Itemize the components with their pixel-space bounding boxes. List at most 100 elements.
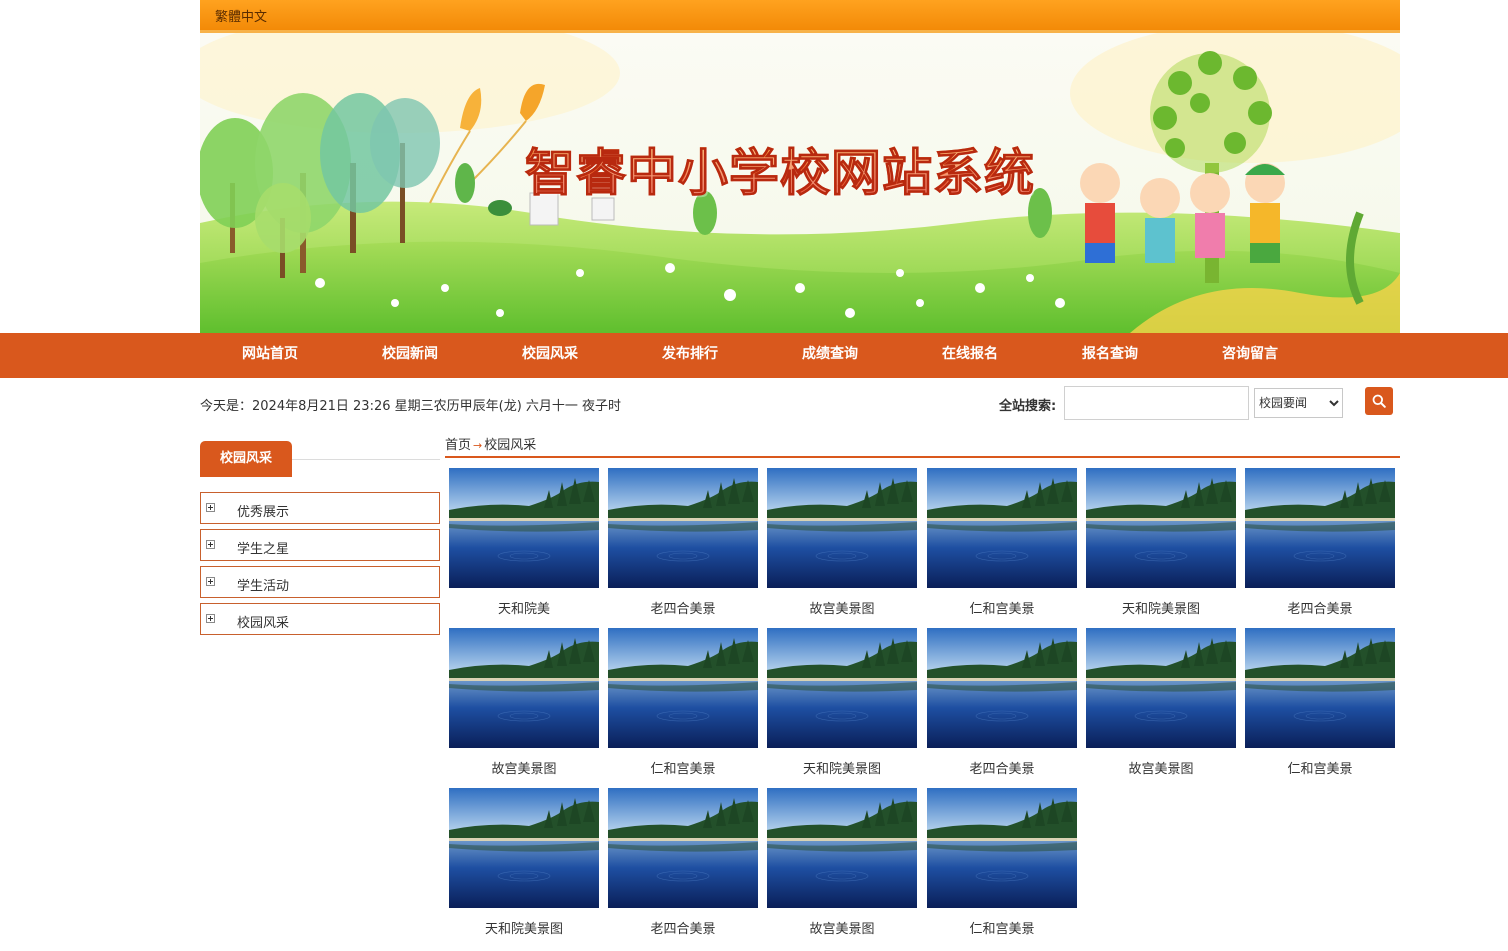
- gallery-thumbnail[interactable]: [1086, 468, 1236, 588]
- lake-landscape-image: [767, 788, 917, 908]
- nav-registration-query[interactable]: 报名查询: [1040, 333, 1180, 378]
- sidebar-header: 校园风采: [200, 441, 440, 477]
- lake-landscape-image: [927, 468, 1077, 588]
- gallery-caption[interactable]: 故宫美景图: [762, 598, 922, 617]
- traditional-chinese-link[interactable]: 繁體中文: [215, 6, 267, 25]
- gallery-item[interactable]: 仁和宫美景: [608, 628, 758, 780]
- gallery-item[interactable]: 天和院美景图: [449, 788, 599, 940]
- header-banner: 智睿中小学校网站系统: [200, 33, 1400, 333]
- gallery-caption[interactable]: 仁和宫美景: [603, 758, 763, 777]
- top-bar: 繁體中文: [200, 0, 1400, 33]
- nav-campus-news[interactable]: 校园新闻: [340, 333, 480, 378]
- gallery-thumbnail[interactable]: [449, 468, 599, 588]
- lake-landscape-image: [608, 788, 758, 908]
- sidebar-item-campus-style[interactable]: 校园风采: [200, 603, 440, 635]
- gallery-thumbnail[interactable]: [1245, 628, 1395, 748]
- gallery-thumbnail[interactable]: [767, 468, 917, 588]
- sidebar-title: 校园风采: [200, 441, 292, 477]
- gallery-thumbnail[interactable]: [767, 788, 917, 908]
- lake-landscape-image: [1086, 628, 1236, 748]
- sidebar-item-label: 优秀展示: [237, 505, 290, 520]
- nav-online-registration[interactable]: 在线报名: [900, 333, 1040, 378]
- gallery-caption[interactable]: 仁和宫美景: [1240, 758, 1400, 777]
- sidebar-item-label: 学生之星: [237, 542, 290, 557]
- gallery-thumbnail[interactable]: [767, 628, 917, 748]
- gallery-caption[interactable]: 故宫美景图: [1081, 758, 1241, 777]
- gallery-thumbnail[interactable]: [449, 788, 599, 908]
- sidebar-title-divider: [292, 459, 440, 460]
- lake-landscape-image: [1245, 628, 1395, 748]
- nav-message-board[interactable]: 咨询留言: [1180, 333, 1320, 378]
- nav-ranking[interactable]: 发布排行: [620, 333, 760, 378]
- gallery-item[interactable]: 老四合美景: [1245, 468, 1395, 620]
- sidebar-item-student-stars[interactable]: 学生之星: [200, 529, 440, 561]
- gallery-thumbnail[interactable]: [927, 468, 1077, 588]
- expand-plus-icon: [206, 503, 215, 512]
- gallery-caption[interactable]: 天和院美景图: [1081, 598, 1241, 617]
- lake-landscape-image: [1086, 468, 1236, 588]
- search-scope-select[interactable]: 校园要闻: [1254, 388, 1343, 418]
- gallery-item[interactable]: 故宫美景图: [767, 468, 917, 620]
- gallery-caption[interactable]: 老四合美景: [922, 758, 1082, 777]
- gallery-thumbnail[interactable]: [1245, 468, 1395, 588]
- breadcrumb-current[interactable]: 校园风采: [484, 438, 536, 453]
- gallery-caption[interactable]: 仁和宫美景: [922, 918, 1082, 937]
- gallery-item[interactable]: 天和院美: [449, 468, 599, 620]
- gallery-item[interactable]: 天和院美景图: [767, 628, 917, 780]
- gallery-item[interactable]: 故宫美景图: [767, 788, 917, 940]
- date-display: 今天是：2024年8月21日 23:26 星期三农历甲辰年(龙) 六月十一 夜子…: [200, 399, 622, 414]
- gallery-thumbnail[interactable]: [927, 788, 1077, 908]
- lake-landscape-image: [927, 628, 1077, 748]
- nav-campus-style[interactable]: 校园风采: [480, 333, 620, 378]
- gallery-thumbnail[interactable]: [608, 628, 758, 748]
- sidebar-item-student-activities[interactable]: 学生活动: [200, 566, 440, 598]
- gallery-item[interactable]: 仁和宫美景: [1245, 628, 1395, 780]
- gallery-item[interactable]: 故宫美景图: [449, 628, 599, 780]
- gallery-caption[interactable]: 老四合美景: [603, 598, 763, 617]
- lake-landscape-image: [1245, 468, 1395, 588]
- gallery-caption[interactable]: 故宫美景图: [762, 918, 922, 937]
- gallery-caption[interactable]: 老四合美景: [603, 918, 763, 937]
- gallery-item[interactable]: 天和院美景图: [1086, 468, 1236, 620]
- nav-home[interactable]: 网站首页: [200, 333, 340, 378]
- lake-landscape-image: [927, 788, 1077, 908]
- sidebar-menu: 优秀展示 学生之星 学生活动 校园风采: [200, 492, 440, 640]
- gallery-caption[interactable]: 天和院美景图: [444, 918, 604, 937]
- sidebar-item-label: 学生活动: [237, 579, 290, 594]
- gallery-caption[interactable]: 天和院美景图: [762, 758, 922, 777]
- lake-landscape-image: [608, 468, 758, 588]
- gallery-item[interactable]: 故宫美景图: [1086, 628, 1236, 780]
- site-title: 智睿中小学校网站系统: [525, 133, 1035, 205]
- gallery-thumbnail[interactable]: [1086, 628, 1236, 748]
- gallery-thumbnail[interactable]: [608, 468, 758, 588]
- gallery-thumbnail[interactable]: [927, 628, 1077, 748]
- gallery-caption[interactable]: 故宫美景图: [444, 758, 604, 777]
- lake-landscape-image: [767, 628, 917, 748]
- search-input[interactable]: [1064, 386, 1249, 420]
- breadcrumb-home-link[interactable]: 首页: [445, 438, 471, 453]
- lake-landscape-image: [608, 628, 758, 748]
- main-nav: 网站首页 校园新闻 校园风采 发布排行 成绩查询 在线报名 报名查询 咨询留言: [0, 333, 1508, 378]
- breadcrumb-arrow-icon: →: [473, 439, 483, 452]
- sidebar-item-excellent-showcase[interactable]: 优秀展示: [200, 492, 440, 524]
- gallery-caption[interactable]: 老四合美景: [1240, 598, 1400, 617]
- lake-landscape-image: [449, 788, 599, 908]
- gallery-thumbnail[interactable]: [449, 628, 599, 748]
- search-button[interactable]: [1365, 387, 1393, 415]
- gallery-item[interactable]: 仁和宫美景: [927, 468, 1077, 620]
- sidebar-item-label: 校园风采: [237, 616, 290, 631]
- breadcrumb-divider: [445, 456, 1400, 458]
- nav-score-query[interactable]: 成绩查询: [760, 333, 900, 378]
- gallery-caption[interactable]: 天和院美: [444, 598, 604, 617]
- lake-landscape-image: [449, 628, 599, 748]
- gallery-caption[interactable]: 仁和宫美景: [922, 598, 1082, 617]
- gallery-item[interactable]: 老四合美景: [608, 788, 758, 940]
- lake-landscape-image: [767, 468, 917, 588]
- gallery-item[interactable]: 老四合美景: [927, 628, 1077, 780]
- breadcrumb: 首页 → 校园风采: [445, 434, 536, 453]
- gallery-item[interactable]: 仁和宫美景: [927, 788, 1077, 940]
- gallery-item[interactable]: 老四合美景: [608, 468, 758, 620]
- search-label: 全站搜索:: [999, 399, 1057, 414]
- gallery-thumbnail[interactable]: [608, 788, 758, 908]
- expand-plus-icon: [206, 540, 215, 549]
